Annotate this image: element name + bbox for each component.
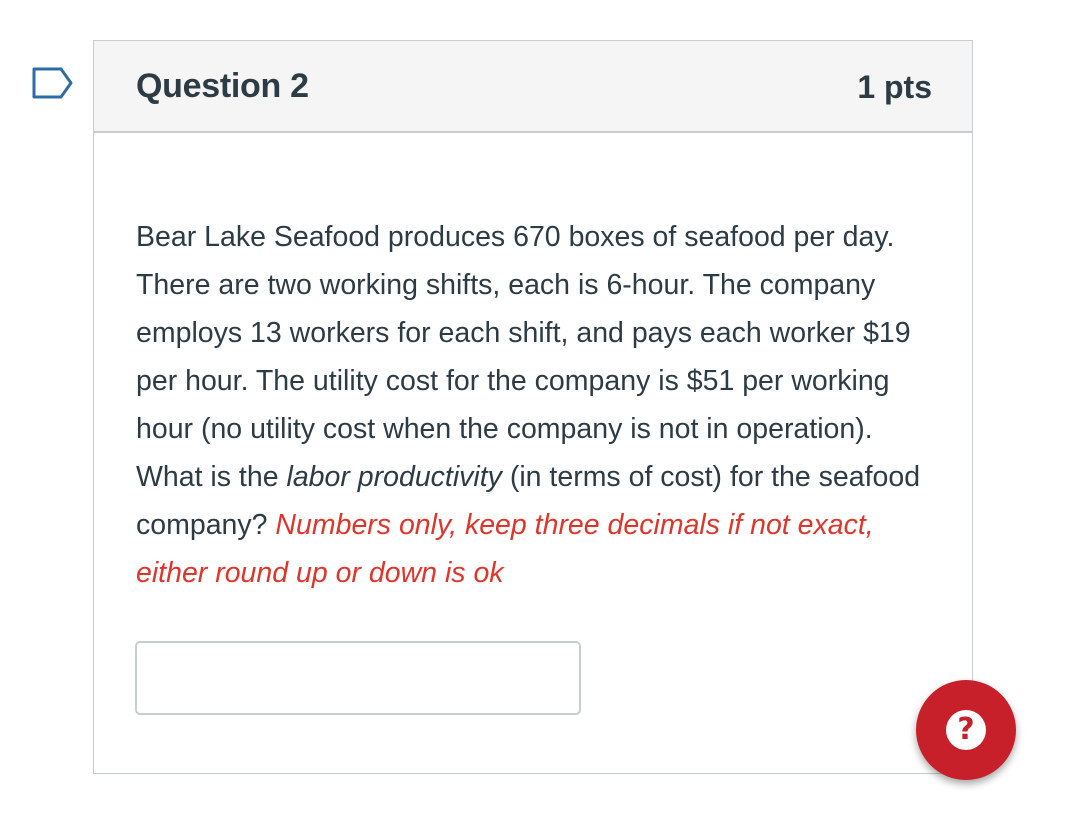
bookmark-flag-icon[interactable] (31, 66, 75, 100)
question-text-emphasis: labor productivity (286, 461, 502, 493)
question-text: Bear Lake Seafood produces 670 boxes of … (136, 213, 926, 597)
question-points: 1 pts (857, 69, 932, 105)
question-header: Question 2 1 pts (94, 41, 972, 133)
question-card: Question 2 1 pts Bear Lake Seafood produ… (93, 40, 973, 774)
question-text-part1: Bear Lake Seafood produces 670 boxes of … (136, 221, 911, 493)
help-button[interactable]: ? (916, 680, 1016, 780)
answer-input[interactable] (135, 641, 581, 715)
question-title: Question 2 (136, 67, 309, 105)
help-glyph: ? (957, 712, 975, 747)
question-mark-icon: ? (946, 710, 986, 750)
